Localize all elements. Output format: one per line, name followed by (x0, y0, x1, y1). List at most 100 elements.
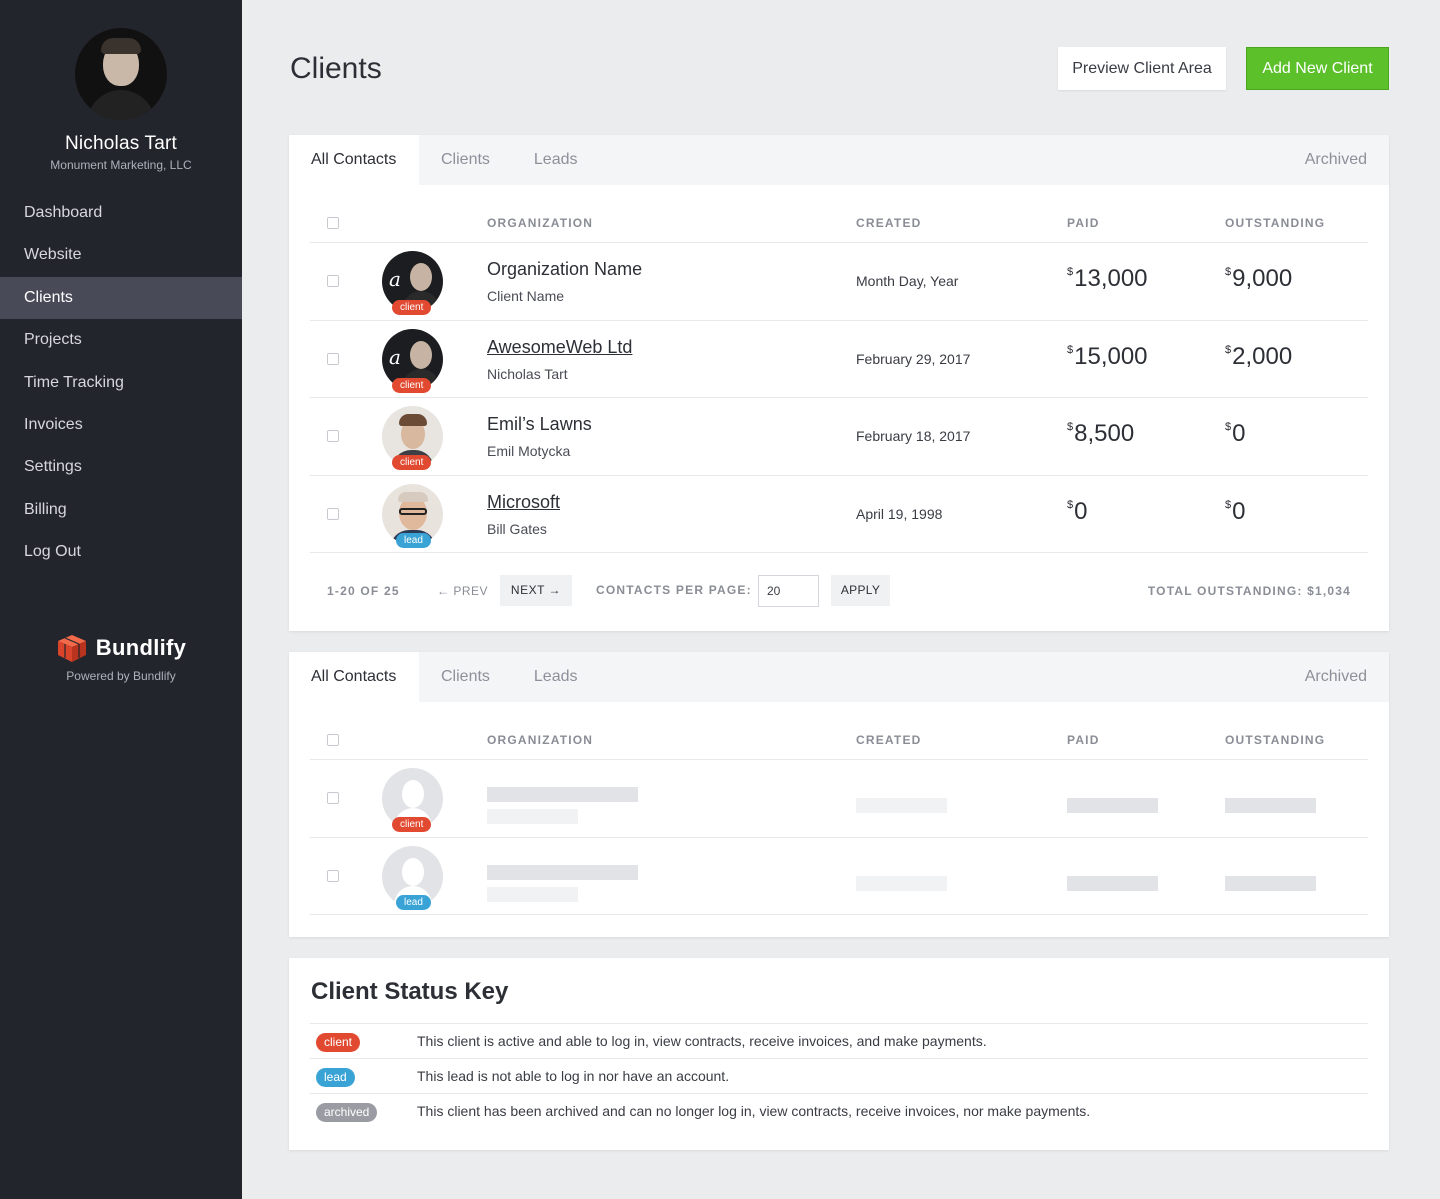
table-header: ORGANIZATION CREATED PAID OUTSTANDING (310, 702, 1368, 760)
tab-archived[interactable]: Archived (1283, 135, 1389, 185)
row-checkbox[interactable] (327, 792, 339, 804)
col-paid[interactable]: PAID (1067, 733, 1100, 747)
row-checkbox[interactable] (327, 352, 339, 365)
row-checkbox[interactable] (327, 430, 339, 442)
nav-item-projects[interactable]: Projects (0, 319, 242, 361)
arrow-right-icon: → (544, 583, 562, 597)
pagination: 1-20 OF 25 ← PREV NEXT → CONTACTS PER PA… (310, 553, 1368, 631)
status-key-panel: Client Status Key client This client is … (289, 958, 1389, 1150)
outstanding-value: 9,000 (1232, 265, 1293, 292)
prev-button[interactable]: ← PREV (437, 584, 488, 598)
outstanding-amount: $0 (1225, 498, 1245, 526)
contacts-placeholder-panel: All Contacts Clients Leads Archived ORGA… (289, 652, 1389, 937)
skeleton-org (487, 787, 638, 802)
bundlify-logo-icon (57, 635, 86, 662)
currency-symbol: $ (1225, 343, 1232, 356)
avatar-letter: a (389, 267, 401, 291)
archived-badge: archived (316, 1103, 378, 1122)
paid-amount: $0 (1067, 498, 1087, 526)
col-organization[interactable]: ORGANIZATION (487, 733, 593, 747)
avatar-letter: a (389, 344, 401, 369)
skeleton-outstanding (1225, 798, 1316, 813)
outstanding-amount: $9,000 (1225, 265, 1292, 293)
status-key-description: This client has been archived and can no… (417, 1103, 1091, 1119)
table-row[interactable]: client Emil’s Lawns Emil Motycka Februar… (310, 398, 1368, 476)
tab-all-contacts[interactable]: All Contacts (289, 652, 419, 702)
status-badge: client (392, 300, 432, 315)
currency-symbol: $ (1225, 498, 1232, 511)
user-avatar[interactable] (75, 28, 167, 120)
paid-amount: $13,000 (1067, 265, 1148, 293)
user-name: Nicholas Tart (64, 133, 178, 154)
skeleton-outstanding (1225, 875, 1316, 891)
paid-value: 8,500 (1074, 420, 1135, 447)
status-badge: lead (396, 894, 431, 910)
status-key-title: Client Status Key (311, 978, 509, 1005)
tab-clients[interactable]: Clients (419, 135, 512, 185)
skeleton-created (856, 875, 947, 891)
organization-name: Organization Name (487, 259, 643, 279)
nav-item-billing[interactable]: Billing (0, 489, 242, 531)
client-name: Nicholas Tart (487, 365, 568, 382)
status-key-row: lead This lead is not able to log in nor… (310, 1058, 1368, 1093)
nav-item-time-tracking[interactable]: Time Tracking (0, 362, 242, 404)
next-button[interactable]: NEXT → (500, 575, 572, 606)
tab-clients[interactable]: Clients (419, 652, 512, 702)
per-page-label: CONTACTS PER PAGE: (596, 583, 752, 597)
row-checkbox[interactable] (327, 869, 339, 882)
lead-badge: lead (316, 1068, 355, 1087)
client-name: Emil Motycka (487, 443, 571, 459)
created-date: Month Day, Year (856, 273, 959, 289)
sidebar: Nicholas Tart Monument Marketing, LLC Da… (0, 0, 242, 1199)
organization-name: Emil’s Lawns (487, 414, 592, 434)
tab-leads[interactable]: Leads (512, 135, 600, 185)
outstanding-amount: $2,000 (1225, 343, 1292, 371)
col-organization[interactable]: ORGANIZATION (487, 216, 593, 230)
nav-item-dashboard[interactable]: Dashboard (0, 192, 242, 234)
table-row[interactable]: lead Microsoft Bill Gates April 19, 1998… (310, 476, 1368, 553)
preview-client-area-button[interactable]: Preview Client Area (1058, 47, 1226, 90)
paid-value: 15,000 (1074, 342, 1148, 370)
profile: Nicholas Tart Monument Marketing, LLC (0, 0, 242, 172)
organization-link[interactable]: AwesomeWeb Ltd (487, 337, 632, 358)
col-paid[interactable]: PAID (1067, 216, 1100, 230)
paid-amount: $15,000 (1067, 343, 1148, 371)
col-outstanding[interactable]: OUTSTANDING (1225, 733, 1325, 747)
tab-leads[interactable]: Leads (512, 652, 600, 702)
contacts-tabs: All Contacts Clients Leads Archived (289, 652, 1389, 702)
table-row[interactable]: a client AwesomeWeb Ltd Nicholas Tart Fe… (310, 321, 1368, 398)
col-created[interactable]: CREATED (856, 733, 922, 747)
nav-item-log-out[interactable]: Log Out (0, 531, 242, 573)
currency-symbol: $ (1225, 421, 1232, 433)
add-new-client-button[interactable]: Add New Client (1246, 47, 1389, 90)
status-key-row: client This client is active and able to… (310, 1023, 1368, 1058)
brand-name: Bundlify (95, 635, 187, 660)
table-row[interactable]: a client Organization Name Client Name M… (310, 243, 1368, 321)
col-created[interactable]: CREATED (856, 216, 922, 230)
placeholder-row: client (310, 760, 1368, 838)
brand-powered-by: Powered by Bundlify (66, 669, 176, 683)
nav-item-invoices[interactable]: Invoices (0, 404, 242, 446)
outstanding-value: 2,000 (1232, 342, 1293, 370)
nav-item-settings[interactable]: Settings (0, 446, 242, 488)
select-all-checkbox[interactable] (327, 734, 339, 746)
placeholder-row: lead (310, 838, 1368, 915)
brand: Bundlify Powered by Bundlify (0, 633, 242, 683)
row-checkbox[interactable] (327, 507, 339, 520)
status-key-row: archived This client has been archived a… (310, 1093, 1368, 1128)
nav-item-clients[interactable]: Clients (0, 276, 242, 320)
col-outstanding[interactable]: OUTSTANDING (1225, 216, 1325, 230)
select-all-checkbox[interactable] (327, 217, 339, 229)
tab-all-contacts[interactable]: All Contacts (289, 135, 419, 185)
prev-label: PREV (453, 584, 489, 598)
row-checkbox[interactable] (327, 275, 339, 287)
per-page-input[interactable] (758, 575, 819, 607)
client-name: Client Name (487, 288, 565, 304)
currency-symbol: $ (1067, 498, 1074, 511)
status-badge: client (392, 455, 432, 470)
nav-item-website[interactable]: Website (0, 234, 242, 276)
tab-archived[interactable]: Archived (1283, 652, 1389, 702)
status-badge: client (392, 817, 432, 832)
organization-link[interactable]: Microsoft (487, 492, 560, 513)
apply-button[interactable]: APPLY (831, 575, 890, 606)
